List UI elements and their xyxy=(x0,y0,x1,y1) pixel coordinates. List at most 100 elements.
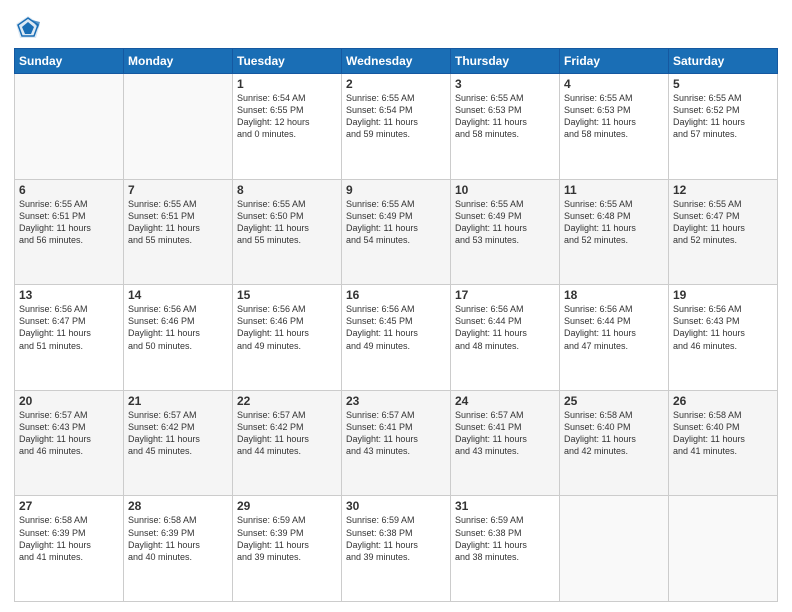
day-number: 27 xyxy=(19,499,119,513)
day-info: Sunrise: 6:56 AM Sunset: 6:47 PM Dayligh… xyxy=(19,303,119,352)
weekday-header-saturday: Saturday xyxy=(669,49,778,74)
day-number: 25 xyxy=(564,394,664,408)
day-number: 3 xyxy=(455,77,555,91)
day-number: 9 xyxy=(346,183,446,197)
day-number: 8 xyxy=(237,183,337,197)
day-info: Sunrise: 6:59 AM Sunset: 6:39 PM Dayligh… xyxy=(237,514,337,563)
day-info: Sunrise: 6:57 AM Sunset: 6:41 PM Dayligh… xyxy=(346,409,446,458)
day-info: Sunrise: 6:58 AM Sunset: 6:39 PM Dayligh… xyxy=(19,514,119,563)
day-info: Sunrise: 6:55 AM Sunset: 6:48 PM Dayligh… xyxy=(564,198,664,247)
calendar-cell: 27Sunrise: 6:58 AM Sunset: 6:39 PM Dayli… xyxy=(15,496,124,602)
calendar-header-row: SundayMondayTuesdayWednesdayThursdayFrid… xyxy=(15,49,778,74)
day-info: Sunrise: 6:59 AM Sunset: 6:38 PM Dayligh… xyxy=(455,514,555,563)
calendar-cell: 5Sunrise: 6:55 AM Sunset: 6:52 PM Daylig… xyxy=(669,74,778,180)
day-number: 12 xyxy=(673,183,773,197)
day-info: Sunrise: 6:55 AM Sunset: 6:54 PM Dayligh… xyxy=(346,92,446,141)
calendar-cell: 13Sunrise: 6:56 AM Sunset: 6:47 PM Dayli… xyxy=(15,285,124,391)
calendar-cell: 1Sunrise: 6:54 AM Sunset: 6:55 PM Daylig… xyxy=(233,74,342,180)
day-number: 2 xyxy=(346,77,446,91)
day-info: Sunrise: 6:55 AM Sunset: 6:53 PM Dayligh… xyxy=(564,92,664,141)
day-number: 10 xyxy=(455,183,555,197)
day-info: Sunrise: 6:55 AM Sunset: 6:50 PM Dayligh… xyxy=(237,198,337,247)
calendar-cell: 30Sunrise: 6:59 AM Sunset: 6:38 PM Dayli… xyxy=(342,496,451,602)
day-number: 19 xyxy=(673,288,773,302)
weekday-header-friday: Friday xyxy=(560,49,669,74)
calendar-table: SundayMondayTuesdayWednesdayThursdayFrid… xyxy=(14,48,778,602)
day-info: Sunrise: 6:55 AM Sunset: 6:49 PM Dayligh… xyxy=(346,198,446,247)
day-number: 1 xyxy=(237,77,337,91)
calendar-cell: 28Sunrise: 6:58 AM Sunset: 6:39 PM Dayli… xyxy=(124,496,233,602)
calendar-cell xyxy=(124,74,233,180)
weekday-header-thursday: Thursday xyxy=(451,49,560,74)
calendar-cell xyxy=(560,496,669,602)
day-number: 24 xyxy=(455,394,555,408)
calendar-cell: 7Sunrise: 6:55 AM Sunset: 6:51 PM Daylig… xyxy=(124,179,233,285)
day-info: Sunrise: 6:58 AM Sunset: 6:40 PM Dayligh… xyxy=(673,409,773,458)
day-number: 13 xyxy=(19,288,119,302)
day-info: Sunrise: 6:55 AM Sunset: 6:51 PM Dayligh… xyxy=(19,198,119,247)
calendar-cell: 19Sunrise: 6:56 AM Sunset: 6:43 PM Dayli… xyxy=(669,285,778,391)
day-info: Sunrise: 6:55 AM Sunset: 6:51 PM Dayligh… xyxy=(128,198,228,247)
day-info: Sunrise: 6:56 AM Sunset: 6:45 PM Dayligh… xyxy=(346,303,446,352)
calendar-cell: 11Sunrise: 6:55 AM Sunset: 6:48 PM Dayli… xyxy=(560,179,669,285)
day-number: 23 xyxy=(346,394,446,408)
calendar-cell: 3Sunrise: 6:55 AM Sunset: 6:53 PM Daylig… xyxy=(451,74,560,180)
calendar-week-row: 13Sunrise: 6:56 AM Sunset: 6:47 PM Dayli… xyxy=(15,285,778,391)
calendar-cell: 10Sunrise: 6:55 AM Sunset: 6:49 PM Dayli… xyxy=(451,179,560,285)
calendar-cell: 25Sunrise: 6:58 AM Sunset: 6:40 PM Dayli… xyxy=(560,390,669,496)
weekday-header-monday: Monday xyxy=(124,49,233,74)
calendar-cell: 16Sunrise: 6:56 AM Sunset: 6:45 PM Dayli… xyxy=(342,285,451,391)
day-number: 18 xyxy=(564,288,664,302)
calendar-cell xyxy=(669,496,778,602)
day-info: Sunrise: 6:58 AM Sunset: 6:40 PM Dayligh… xyxy=(564,409,664,458)
day-number: 17 xyxy=(455,288,555,302)
calendar-cell: 21Sunrise: 6:57 AM Sunset: 6:42 PM Dayli… xyxy=(124,390,233,496)
day-info: Sunrise: 6:58 AM Sunset: 6:39 PM Dayligh… xyxy=(128,514,228,563)
calendar-cell xyxy=(15,74,124,180)
day-number: 21 xyxy=(128,394,228,408)
day-number: 29 xyxy=(237,499,337,513)
calendar-cell: 29Sunrise: 6:59 AM Sunset: 6:39 PM Dayli… xyxy=(233,496,342,602)
calendar-cell: 31Sunrise: 6:59 AM Sunset: 6:38 PM Dayli… xyxy=(451,496,560,602)
calendar-cell: 24Sunrise: 6:57 AM Sunset: 6:41 PM Dayli… xyxy=(451,390,560,496)
day-number: 6 xyxy=(19,183,119,197)
logo-icon xyxy=(14,14,42,42)
calendar-week-row: 27Sunrise: 6:58 AM Sunset: 6:39 PM Dayli… xyxy=(15,496,778,602)
day-info: Sunrise: 6:59 AM Sunset: 6:38 PM Dayligh… xyxy=(346,514,446,563)
day-number: 15 xyxy=(237,288,337,302)
day-number: 4 xyxy=(564,77,664,91)
calendar-cell: 12Sunrise: 6:55 AM Sunset: 6:47 PM Dayli… xyxy=(669,179,778,285)
day-info: Sunrise: 6:56 AM Sunset: 6:44 PM Dayligh… xyxy=(455,303,555,352)
day-number: 28 xyxy=(128,499,228,513)
day-info: Sunrise: 6:57 AM Sunset: 6:41 PM Dayligh… xyxy=(455,409,555,458)
weekday-header-sunday: Sunday xyxy=(15,49,124,74)
day-number: 26 xyxy=(673,394,773,408)
calendar-cell: 20Sunrise: 6:57 AM Sunset: 6:43 PM Dayli… xyxy=(15,390,124,496)
calendar-cell: 23Sunrise: 6:57 AM Sunset: 6:41 PM Dayli… xyxy=(342,390,451,496)
calendar-cell: 18Sunrise: 6:56 AM Sunset: 6:44 PM Dayli… xyxy=(560,285,669,391)
calendar-cell: 2Sunrise: 6:55 AM Sunset: 6:54 PM Daylig… xyxy=(342,74,451,180)
calendar-cell: 17Sunrise: 6:56 AM Sunset: 6:44 PM Dayli… xyxy=(451,285,560,391)
day-info: Sunrise: 6:56 AM Sunset: 6:43 PM Dayligh… xyxy=(673,303,773,352)
day-number: 14 xyxy=(128,288,228,302)
day-number: 31 xyxy=(455,499,555,513)
day-number: 20 xyxy=(19,394,119,408)
day-info: Sunrise: 6:54 AM Sunset: 6:55 PM Dayligh… xyxy=(237,92,337,141)
day-info: Sunrise: 6:55 AM Sunset: 6:53 PM Dayligh… xyxy=(455,92,555,141)
calendar-cell: 9Sunrise: 6:55 AM Sunset: 6:49 PM Daylig… xyxy=(342,179,451,285)
day-info: Sunrise: 6:56 AM Sunset: 6:46 PM Dayligh… xyxy=(128,303,228,352)
calendar-cell: 4Sunrise: 6:55 AM Sunset: 6:53 PM Daylig… xyxy=(560,74,669,180)
day-number: 22 xyxy=(237,394,337,408)
page: SundayMondayTuesdayWednesdayThursdayFrid… xyxy=(0,0,792,612)
day-info: Sunrise: 6:55 AM Sunset: 6:52 PM Dayligh… xyxy=(673,92,773,141)
day-info: Sunrise: 6:55 AM Sunset: 6:47 PM Dayligh… xyxy=(673,198,773,247)
day-number: 7 xyxy=(128,183,228,197)
calendar-cell: 26Sunrise: 6:58 AM Sunset: 6:40 PM Dayli… xyxy=(669,390,778,496)
calendar-week-row: 1Sunrise: 6:54 AM Sunset: 6:55 PM Daylig… xyxy=(15,74,778,180)
day-info: Sunrise: 6:56 AM Sunset: 6:46 PM Dayligh… xyxy=(237,303,337,352)
calendar-week-row: 6Sunrise: 6:55 AM Sunset: 6:51 PM Daylig… xyxy=(15,179,778,285)
day-number: 5 xyxy=(673,77,773,91)
weekday-header-tuesday: Tuesday xyxy=(233,49,342,74)
calendar-cell: 14Sunrise: 6:56 AM Sunset: 6:46 PM Dayli… xyxy=(124,285,233,391)
calendar-cell: 15Sunrise: 6:56 AM Sunset: 6:46 PM Dayli… xyxy=(233,285,342,391)
